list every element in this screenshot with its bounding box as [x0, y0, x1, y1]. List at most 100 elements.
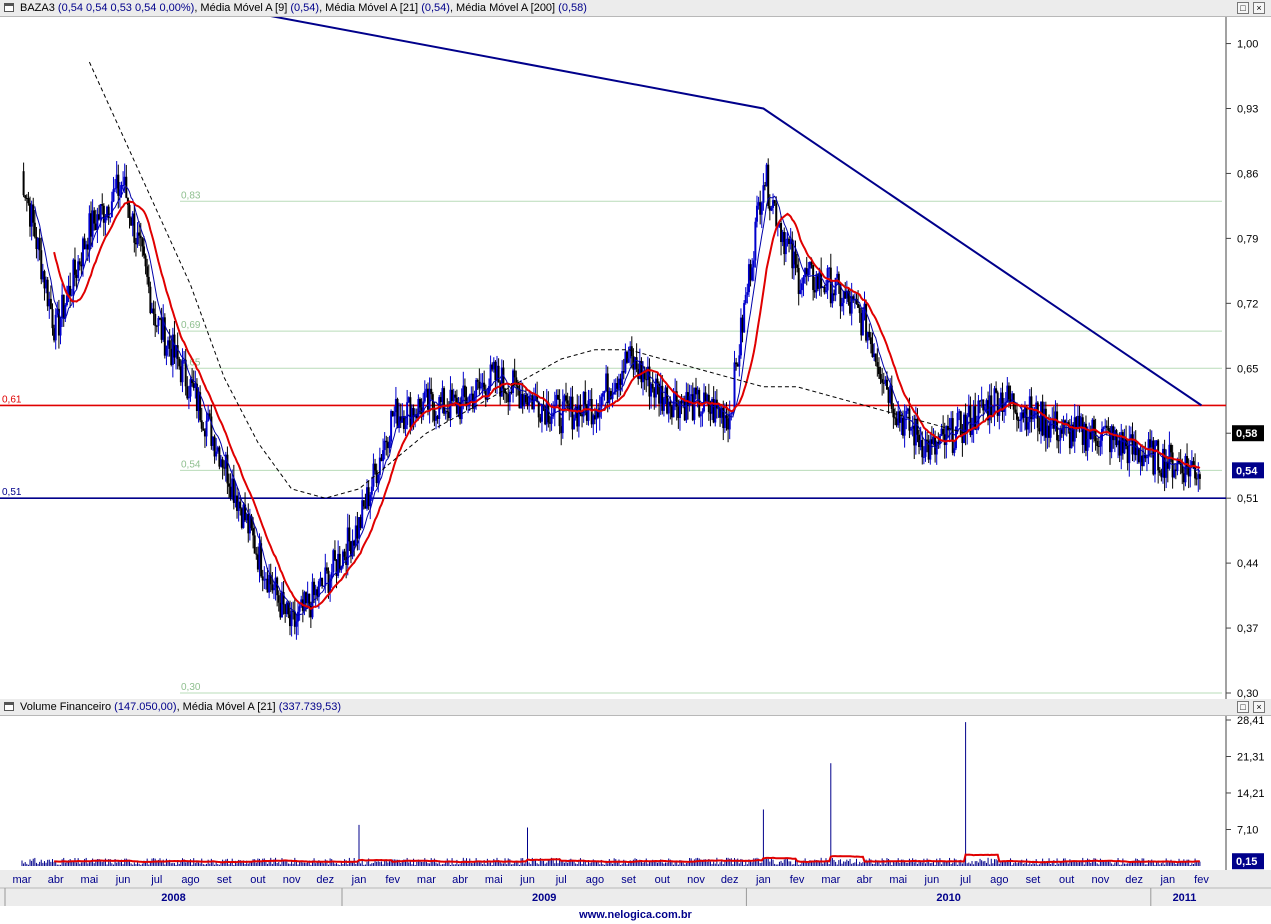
candle-body [603, 391, 606, 394]
candle-body [73, 259, 76, 275]
candle-body [773, 200, 776, 204]
x-axis: mar abr mai jun jul ago set out nov dez jan fev mar a… [0, 870, 1271, 906]
year-label: 2010 [936, 892, 960, 904]
price-tick-label: 0,44 [1237, 558, 1258, 570]
candle-body [1102, 427, 1105, 429]
candle-body [290, 610, 293, 627]
candle-body [463, 385, 466, 398]
candle-body [1064, 420, 1067, 423]
month-label: dez [316, 874, 334, 886]
month-label: jan [351, 874, 367, 886]
candle-body [295, 621, 298, 627]
month-label: set [621, 874, 636, 886]
candle-body [382, 450, 385, 462]
symbol-label: BAZA3 [20, 2, 55, 14]
ohlc-values: (0,54 0,54 0,53 0,54 0,00%) [57, 2, 195, 14]
candle-body [678, 401, 681, 419]
candle-body [215, 451, 218, 457]
candle-body [479, 387, 482, 389]
candle-body [272, 587, 275, 591]
volume-tick-label: 14,21 [1237, 788, 1265, 800]
candle-body [881, 379, 884, 383]
price-tick-label: 1,00 [1237, 39, 1258, 51]
month-label: mai [485, 874, 503, 886]
month-label: jul [150, 874, 162, 886]
candle-body [513, 370, 516, 378]
candle-body [651, 383, 654, 389]
candle-body [1145, 456, 1148, 459]
candle-body [406, 402, 409, 425]
month-label: abr [857, 874, 873, 886]
candle-body [621, 371, 624, 385]
month-label: ago [586, 874, 604, 886]
candle-body [483, 382, 486, 390]
candle-body [1086, 439, 1089, 451]
ma-mid-label: , Média Móvel A [21] [319, 2, 419, 14]
candle-body [857, 303, 860, 308]
candle-body [948, 429, 951, 431]
candle-body [112, 189, 115, 202]
candle-body [1128, 438, 1131, 464]
candle-body [876, 362, 879, 367]
candle-body [1101, 428, 1104, 441]
candle-body [868, 331, 871, 338]
year-label: 2009 [532, 892, 556, 904]
candle-body [93, 210, 96, 224]
candle-body [69, 285, 72, 296]
candle-body [812, 264, 815, 290]
close-button[interactable]: × [1253, 2, 1265, 14]
ma200-badge: 0,58 [1236, 428, 1257, 440]
maximize-button[interactable]: □ [1237, 2, 1249, 14]
volume-close-button[interactable]: × [1253, 701, 1265, 713]
window-icon [4, 702, 14, 711]
candle-body [775, 203, 778, 227]
candle-body [841, 302, 844, 307]
window-icon [4, 3, 14, 12]
footer-link[interactable]: www.nelogica.com.br [0, 906, 1271, 924]
candle-body [159, 318, 162, 320]
candle-body [141, 238, 144, 247]
month-label: mar [821, 874, 840, 886]
month-label: nov [1092, 874, 1110, 886]
candle-body [874, 353, 877, 363]
candle-body [807, 268, 810, 276]
month-label: jun [924, 874, 940, 886]
candle-body [430, 388, 433, 395]
candle-body [1158, 470, 1161, 473]
candle-body [377, 474, 380, 484]
candle-body [1198, 474, 1201, 479]
candle-body [475, 380, 478, 398]
candle-body [152, 308, 155, 314]
month-label: ago [181, 874, 199, 886]
month-label: ago [990, 874, 1008, 886]
candle-body [1153, 445, 1156, 475]
candle-body [584, 391, 587, 405]
candle-body [1107, 427, 1110, 431]
candle-body [502, 367, 505, 389]
candle-body [910, 428, 913, 431]
volume-ma-label: , Média Móvel A [21] [176, 701, 276, 713]
candle-body [147, 276, 150, 287]
candle-body [187, 396, 190, 399]
candle-body [553, 404, 556, 413]
candle-body [738, 355, 741, 367]
candle-body [561, 401, 564, 434]
candle-body [24, 195, 27, 198]
candle-body [770, 207, 773, 211]
candle-body [139, 235, 142, 239]
candle-body [760, 202, 763, 215]
candle-body [362, 500, 365, 507]
volume-maximize-button[interactable]: □ [1237, 701, 1249, 713]
candle-body [922, 456, 925, 458]
volume-tick-label: 28,41 [1237, 716, 1265, 727]
candle-body [1007, 385, 1010, 400]
candle-body [385, 440, 388, 443]
candle-body [669, 401, 672, 407]
month-label: dez [721, 874, 739, 886]
candle-body [404, 424, 407, 429]
candle-body [277, 595, 280, 603]
candle-body [573, 418, 576, 430]
candle-body [343, 551, 346, 557]
candle-body [921, 440, 924, 458]
candle-body [956, 412, 959, 427]
